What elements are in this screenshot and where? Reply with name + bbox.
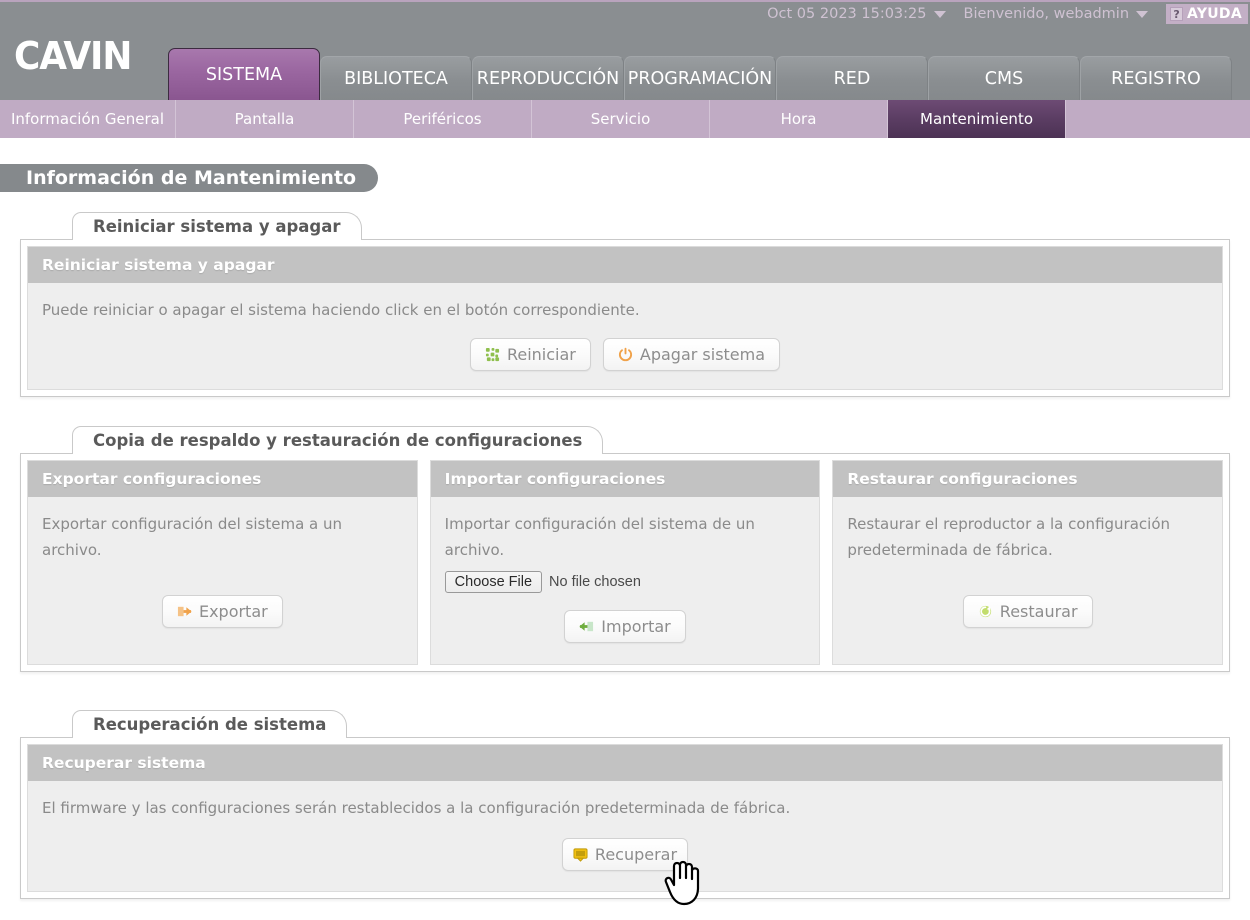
panel-export-title: Exportar configuraciones <box>28 461 417 497</box>
main-navigation: SISTEMA BIBLIOTECA REPRODUCCIÓN PROGRAMACIÓ… <box>168 48 1232 100</box>
power-icon <box>618 347 633 362</box>
panel-import-title: Importar configuraciones <box>430 461 820 497</box>
recover-button-label: Recuperar <box>594 844 678 864</box>
shutdown-button[interactable]: Apagar sistema <box>602 337 781 371</box>
section-reboot-tab-label: Reiniciar sistema y apagar <box>93 217 341 236</box>
sub-nav-item-label: Pantalla <box>234 110 295 128</box>
cavin-logo: CAVIN <box>14 34 132 78</box>
section-backup-body: Exportar configuraciones Exportar config… <box>20 453 1230 672</box>
export-button[interactable]: Exportar <box>161 595 283 628</box>
panel-export-description: Exportar configuración del sistema a un … <box>42 515 342 559</box>
section-reboot-body: Reiniciar sistema y apagar Puede reinici… <box>20 239 1230 397</box>
main-nav-tab-cms[interactable]: CMS <box>928 56 1080 100</box>
panel-recovery-description: El firmware y las configuraciones serán … <box>42 799 791 817</box>
section-backup-tab-label: Copia de respaldo y restauración de conf… <box>93 431 583 450</box>
sub-nav-item-label: Mantenimiento <box>920 110 1033 128</box>
panel-restore-title: Restaurar configuraciones <box>833 461 1223 497</box>
main-nav-tab-label: SISTEMA <box>205 64 283 85</box>
panel-recovery-title: Recuperar sistema <box>28 745 1222 781</box>
main-nav-tab-label: REPRODUCCIÓN <box>476 68 620 89</box>
sub-nav-item-perifricos[interactable]: Periféricos <box>354 100 532 138</box>
refresh-circle-icon <box>978 604 993 619</box>
main-nav-tab-label: PROGRAMACIÓN <box>627 68 773 89</box>
chevron-down-icon[interactable] <box>933 10 946 18</box>
panel-reboot-description: Puede reiniciar o apagar el sistema haci… <box>42 301 640 319</box>
import-button[interactable]: Importar <box>564 610 686 643</box>
monitor-recovery-icon <box>573 847 588 862</box>
help-button[interactable]: ? AYUDA <box>1166 4 1248 24</box>
panel-reboot-actions: Reiniciar Apagar sistema <box>28 323 1222 389</box>
reboot-button[interactable]: Reiniciar <box>469 337 591 371</box>
datetime-label: Oct 05 2023 15:03:25 <box>767 6 927 22</box>
user-greeting-label: Bienvenido, webadmin <box>963 6 1130 22</box>
datetime-display[interactable]: Oct 05 2023 15:03:25 <box>767 6 946 22</box>
page-title-label: Información de Mantenimiento <box>26 167 357 189</box>
sub-nav-item-servicio[interactable]: Servicio <box>532 100 710 138</box>
page-title: Información de Mantenimiento <box>0 164 379 192</box>
export-arrow-icon <box>177 604 192 619</box>
sub-nav-item-pantalla[interactable]: Pantalla <box>176 100 354 138</box>
sub-nav-spacer <box>1066 100 1250 138</box>
shutdown-button-label: Apagar sistema <box>639 344 766 364</box>
sub-nav-item-informacingeneral[interactable]: Información General <box>0 100 176 138</box>
import-arrow-icon <box>579 619 594 634</box>
user-menu[interactable]: Bienvenido, webadmin <box>964 6 1149 22</box>
main-nav-tab-biblioteca[interactable]: BIBLIOTECA <box>320 56 472 100</box>
main-nav-tab-reproduccin[interactable]: REPRODUCCIÓN <box>472 56 624 100</box>
section-backup-tab: Copia de respaldo y restauración de conf… <box>72 426 604 454</box>
sub-nav-item-label: Hora <box>780 110 817 128</box>
panel-restore-description: Restaurar el reproductor a la configurac… <box>847 515 1170 559</box>
question-mark-icon: ? <box>1170 7 1184 21</box>
panel-export: Exportar configuraciones Exportar config… <box>27 460 418 665</box>
panel-import-description: Importar configuración del sistema de un… <box>444 515 755 559</box>
panel-export-actions: Exportar <box>28 563 417 664</box>
sub-nav-item-label: Servicio <box>590 110 651 128</box>
section-recovery-body: Recuperar sistema El firmware y las conf… <box>20 737 1230 899</box>
help-button-label: AYUDA <box>1187 6 1242 22</box>
section-recovery-tab-label: Recuperación de sistema <box>93 715 327 734</box>
top-bar: Oct 05 2023 15:03:25 Bienvenido, webadmi… <box>0 0 1250 26</box>
main-nav-tab-label: RED <box>833 68 871 89</box>
panel-import: Importar configuraciones Importar config… <box>429 460 821 665</box>
section-recovery-tab: Recuperación de sistema <box>72 710 348 738</box>
main-nav-tab-label: REGISTRO <box>1111 68 1201 89</box>
restore-button-label: Restaurar <box>999 602 1078 621</box>
restore-button[interactable]: Restaurar <box>962 595 1093 628</box>
site-header: CAVIN SISTEMA BIBLIOTECA REPRODUCCIÓN PROGR… <box>0 26 1250 100</box>
import-button-label: Importar <box>601 617 671 636</box>
panel-import-actions: Importar <box>431 593 820 664</box>
panel-reboot-title: Reiniciar sistema y apagar <box>28 247 1222 283</box>
sub-nav-item-label: Información General <box>10 110 165 128</box>
main-nav-tab-programacin[interactable]: PROGRAMACIÓN <box>624 56 776 100</box>
sub-navigation: Información General Pantalla Periféricos Se… <box>0 100 1250 138</box>
panel-recovery: Recuperar sistema El firmware y las conf… <box>27 744 1223 892</box>
sub-nav-item-hora[interactable]: Hora <box>710 100 888 138</box>
panel-restore: Restaurar configuraciones Restaurar el r… <box>832 460 1224 665</box>
main-nav-tab-registro[interactable]: REGISTRO <box>1080 56 1232 100</box>
main-nav-tab-red[interactable]: RED <box>776 56 928 100</box>
sub-nav-item-label: Periféricos <box>403 110 482 128</box>
main-nav-tab-label: BIBLIOTECA <box>344 68 448 89</box>
main-nav-tab-sistema[interactable]: SISTEMA <box>168 48 320 100</box>
main-nav-tab-label: CMS <box>984 68 1024 89</box>
export-button-label: Exportar <box>198 602 268 621</box>
panel-restore-actions: Restaurar <box>833 563 1222 664</box>
file-status-label: No file chosen <box>549 574 641 590</box>
choose-file-button[interactable]: Choose File <box>444 571 543 593</box>
panel-recovery-actions: Recuperar <box>28 821 1222 891</box>
section-reboot-tab: Reiniciar sistema y apagar <box>72 212 362 240</box>
panel-reboot: Reiniciar sistema y apagar Puede reinici… <box>27 246 1223 390</box>
recover-button[interactable]: Recuperar <box>561 837 689 871</box>
reboot-button-label: Reiniciar <box>506 344 576 364</box>
restart-grid-icon <box>485 347 500 362</box>
chevron-down-icon[interactable] <box>1136 10 1149 18</box>
sub-nav-item-mantenimiento[interactable]: Mantenimiento <box>888 100 1066 138</box>
file-input-row[interactable]: Choose File No file chosen <box>431 569 820 593</box>
